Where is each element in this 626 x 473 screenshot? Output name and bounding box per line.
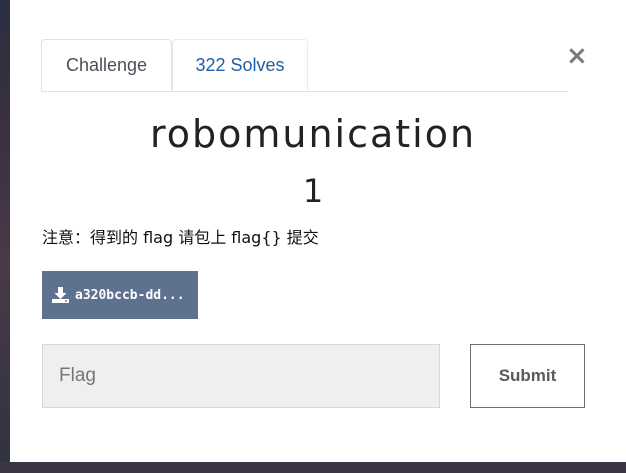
challenge-modal: × Challenge 322 Solves robomunication 1 … (10, 0, 626, 462)
file-download-button[interactable]: a320bccb-dd... (42, 271, 198, 319)
tab-solves[interactable]: 322 Solves (172, 39, 308, 90)
download-icon (52, 287, 69, 303)
close-button[interactable]: × (566, 42, 588, 70)
file-download-label: a320bccb-dd... (75, 287, 185, 303)
flag-input[interactable] (42, 344, 440, 408)
challenge-tabs: Challenge 322 Solves (41, 39, 568, 92)
tab-challenge[interactable]: Challenge (41, 39, 172, 91)
challenge-value: 1 (302, 172, 324, 210)
challenge-name: robomunication (149, 112, 477, 156)
submit-button[interactable]: Submit (470, 344, 585, 408)
challenge-description: 注意：得到的 flag 请包上 flag{} 提交 (42, 228, 319, 247)
page-backdrop (0, 0, 10, 473)
page-backdrop-bottom (0, 462, 626, 473)
